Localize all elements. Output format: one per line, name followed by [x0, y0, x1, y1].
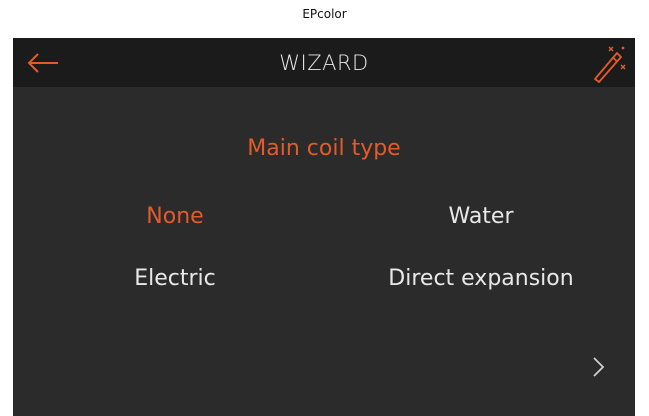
section-heading: Main coil type [247, 136, 401, 161]
header-bar: WIZARD [13, 38, 635, 87]
back-button[interactable] [23, 46, 63, 80]
option-water[interactable]: Water [411, 197, 551, 237]
option-electric[interactable]: Electric [93, 259, 257, 299]
next-button[interactable] [583, 350, 613, 384]
device-screen: WIZARD Main coil type None Water Electri… [13, 38, 635, 416]
magic-wand-icon [594, 46, 626, 83]
wizard-button[interactable] [589, 43, 629, 83]
app-caption: EPcolor [302, 7, 347, 21]
arrow-left-icon [27, 53, 58, 73]
chevron-right-icon [593, 357, 605, 377]
option-none[interactable]: None [105, 197, 245, 237]
page-title: WIZARD [279, 51, 369, 75]
option-direct-expansion[interactable]: Direct expansion [361, 259, 601, 299]
